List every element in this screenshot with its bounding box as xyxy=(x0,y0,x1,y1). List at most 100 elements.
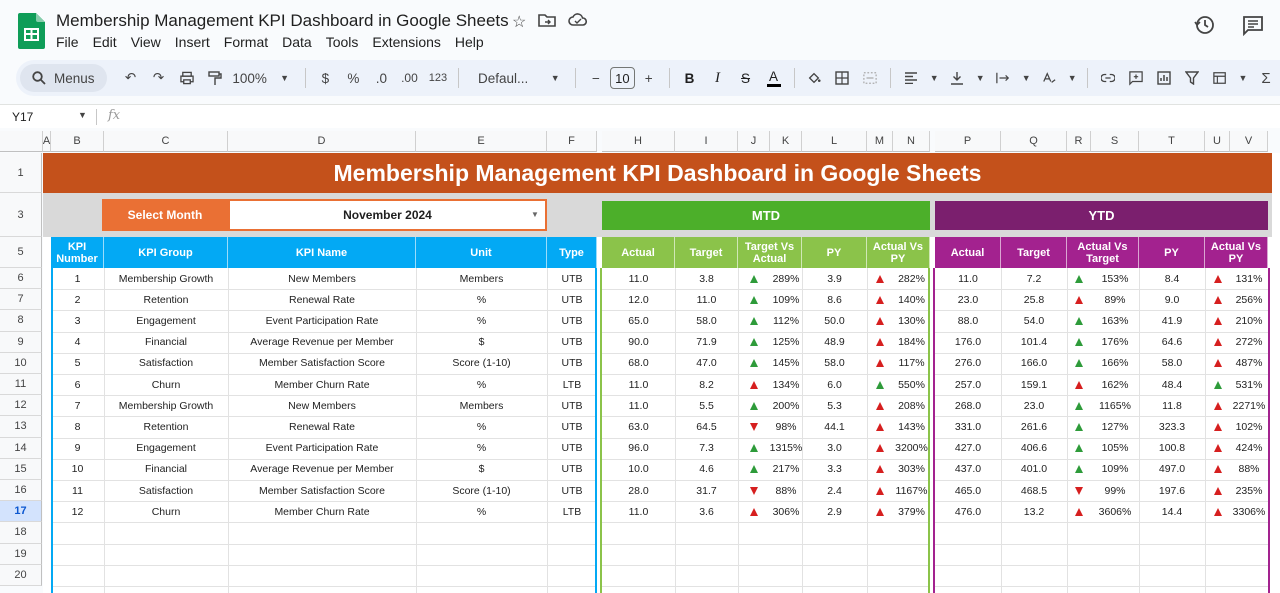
merge-cells-icon[interactable] xyxy=(863,71,878,85)
ytd-actual-cell[interactable]: 465.0 xyxy=(935,480,1001,501)
kpi-name-cell[interactable]: Member Churn Rate xyxy=(228,374,416,395)
kpi-num-cell[interactable]: 1 xyxy=(51,268,104,289)
mtd-target-cell[interactable]: 71.9 xyxy=(675,332,738,353)
chevron-down-icon[interactable]: ▼ xyxy=(548,73,562,83)
mtd-vs-py-cell[interactable]: 130% xyxy=(893,310,930,331)
kpi-num-cell[interactable]: 3 xyxy=(51,310,104,331)
kpi-unit-cell[interactable]: % xyxy=(416,501,547,522)
ytd-vs-py-cell[interactable]: 531% xyxy=(1230,374,1268,395)
month-dropdown[interactable]: November 2024 xyxy=(228,199,547,231)
ytd-target-cell[interactable]: 23.0 xyxy=(1001,395,1067,416)
insert-chart-icon[interactable] xyxy=(1157,71,1171,85)
ytd-vs-target-cell[interactable]: 162% xyxy=(1091,374,1139,395)
column-header-e[interactable]: E xyxy=(416,131,547,152)
ytd-py-cell[interactable]: 323.3 xyxy=(1139,416,1205,437)
kpi-unit-cell[interactable]: % xyxy=(416,310,547,331)
column-header-q[interactable]: Q xyxy=(1001,131,1067,152)
ytd-target-cell[interactable]: 468.5 xyxy=(1001,480,1067,501)
kpi-group-cell[interactable]: Satisfaction xyxy=(104,480,228,501)
chevron-down-icon[interactable]: ▼ xyxy=(1019,73,1033,83)
ytd-vs-target-cell[interactable]: 99% xyxy=(1091,480,1139,501)
ytd-py-cell[interactable]: 58.0 xyxy=(1139,353,1205,374)
row-header-14[interactable]: 14 xyxy=(0,437,42,459)
mtd-vs-target-cell[interactable]: 145% xyxy=(770,353,802,374)
ytd-actual-cell[interactable]: 23.0 xyxy=(935,289,1001,310)
kpi-name-cell[interactable]: Average Revenue per Member xyxy=(228,332,416,353)
column-header-p[interactable]: P xyxy=(935,131,1001,152)
percent-format-button[interactable]: % xyxy=(346,71,360,86)
text-color-button[interactable]: A xyxy=(766,69,781,87)
column-header-c[interactable]: C xyxy=(104,131,228,152)
mtd-actual-cell[interactable]: 12.0 xyxy=(602,289,675,310)
row-header-1[interactable]: 1 xyxy=(0,153,42,193)
ytd-vs-py-cell[interactable]: 2271% xyxy=(1230,395,1268,416)
ytd-target-cell[interactable]: 401.0 xyxy=(1001,459,1067,480)
kpi-name-cell[interactable]: New Members xyxy=(228,395,416,416)
italic-button[interactable]: I xyxy=(711,70,725,87)
column-header-d[interactable]: D xyxy=(228,131,416,152)
mtd-target-cell[interactable]: 3.8 xyxy=(675,268,738,289)
decrease-decimal-button[interactable]: .0 xyxy=(374,71,388,86)
mtd-vs-target-cell[interactable]: 112% xyxy=(770,310,802,331)
kpi-name-cell[interactable]: Average Revenue per Member xyxy=(228,459,416,480)
mtd-actual-cell[interactable]: 11.0 xyxy=(602,501,675,522)
kpi-type-cell[interactable]: UTB xyxy=(547,268,597,289)
menu-format[interactable]: Format xyxy=(224,34,268,50)
zoom-select[interactable]: 100% xyxy=(232,71,267,86)
kpi-name-cell[interactable]: New Members xyxy=(228,268,416,289)
kpi-type-cell[interactable]: UTB xyxy=(547,310,597,331)
ytd-target-cell[interactable]: 25.8 xyxy=(1001,289,1067,310)
kpi-num-cell[interactable]: 9 xyxy=(51,438,104,459)
ytd-vs-py-cell[interactable]: 235% xyxy=(1230,480,1268,501)
menu-file[interactable]: File xyxy=(56,34,79,50)
strikethrough-icon[interactable]: S xyxy=(739,71,753,86)
row-header-11[interactable]: 11 xyxy=(0,374,42,396)
functions-icon[interactable]: Σ xyxy=(1259,70,1273,87)
kpi-name-cell[interactable]: Renewal Rate xyxy=(228,289,416,310)
column-header-h[interactable]: H xyxy=(602,131,675,152)
mtd-vs-py-cell[interactable]: 1167% xyxy=(893,480,930,501)
mtd-vs-py-cell[interactable]: 117% xyxy=(893,353,930,374)
menu-extensions[interactable]: Extensions xyxy=(372,34,440,50)
mtd-vs-py-cell[interactable]: 184% xyxy=(893,332,930,353)
menu-data[interactable]: Data xyxy=(282,34,312,50)
mtd-py-cell[interactable]: 58.0 xyxy=(802,353,867,374)
redo-icon[interactable]: ↷ xyxy=(152,70,166,86)
mtd-actual-cell[interactable]: 11.0 xyxy=(602,395,675,416)
ytd-vs-target-cell[interactable]: 153% xyxy=(1091,268,1139,289)
insert-link-icon[interactable] xyxy=(1100,73,1115,83)
mtd-target-cell[interactable]: 4.6 xyxy=(675,459,738,480)
ytd-actual-cell[interactable]: 276.0 xyxy=(935,353,1001,374)
print-icon[interactable] xyxy=(179,71,194,85)
kpi-group-cell[interactable]: Financial xyxy=(104,459,228,480)
mtd-vs-py-cell[interactable]: 208% xyxy=(893,395,930,416)
chevron-down-icon[interactable]: ▼ xyxy=(1065,73,1079,83)
kpi-num-cell[interactable]: 4 xyxy=(51,332,104,353)
ytd-py-cell[interactable]: 64.6 xyxy=(1139,332,1205,353)
kpi-group-cell[interactable]: Retention xyxy=(104,289,228,310)
ytd-actual-cell[interactable]: 331.0 xyxy=(935,416,1001,437)
ytd-target-cell[interactable]: 261.6 xyxy=(1001,416,1067,437)
mtd-target-cell[interactable]: 8.2 xyxy=(675,374,738,395)
menu-edit[interactable]: Edit xyxy=(93,34,117,50)
mtd-target-cell[interactable]: 31.7 xyxy=(675,480,738,501)
row-header-6[interactable]: 6 xyxy=(0,268,42,290)
ytd-actual-cell[interactable]: 257.0 xyxy=(935,374,1001,395)
star-icon[interactable]: ☆ xyxy=(512,12,526,32)
ytd-actual-cell[interactable]: 476.0 xyxy=(935,501,1001,522)
kpi-unit-cell[interactable]: $ xyxy=(416,459,547,480)
move-folder-icon[interactable] xyxy=(538,12,557,28)
kpi-num-cell[interactable]: 2 xyxy=(51,289,104,310)
chevron-down-icon[interactable]: ▼ xyxy=(927,73,941,83)
column-header-k[interactable]: K xyxy=(770,131,802,152)
kpi-num-cell[interactable]: 11 xyxy=(51,480,104,501)
row-header-8[interactable]: 8 xyxy=(0,310,42,332)
ytd-vs-py-cell[interactable]: 88% xyxy=(1230,459,1268,480)
mtd-actual-cell[interactable]: 63.0 xyxy=(602,416,675,437)
ytd-py-cell[interactable]: 41.9 xyxy=(1139,310,1205,331)
chevron-down-icon[interactable]: ▼ xyxy=(278,73,292,83)
menu-help[interactable]: Help xyxy=(455,34,484,50)
column-header-f[interactable]: F xyxy=(547,131,597,152)
ytd-vs-py-cell[interactable]: 102% xyxy=(1230,416,1268,437)
ytd-vs-py-cell[interactable]: 210% xyxy=(1230,310,1268,331)
